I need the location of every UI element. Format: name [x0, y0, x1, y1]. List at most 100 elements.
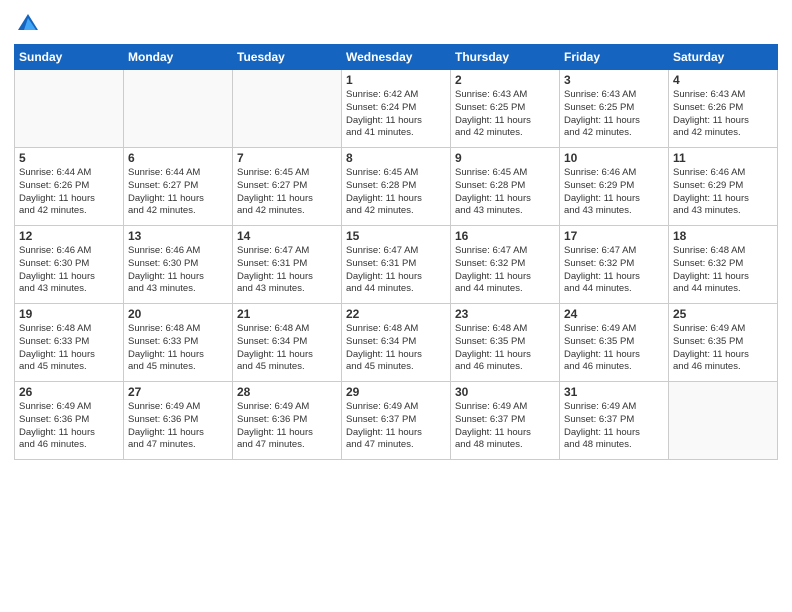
calendar-cell: 21 Sunrise: 6:48 AM Sunset: 6:34 PM Dayli…: [233, 304, 342, 382]
day-info: Sunrise: 6:46 AM Sunset: 6:30 PM Dayligh…: [128, 245, 228, 296]
day-number: 25: [673, 307, 773, 321]
calendar-cell: 22 Sunrise: 6:48 AM Sunset: 6:34 PM Dayli…: [342, 304, 451, 382]
weekday-header: Tuesday: [233, 45, 342, 70]
day-number: 26: [19, 385, 119, 399]
calendar-cell: 12Sunrise: 6:46 AM Sunset: 6:30 PM Dayli…: [15, 226, 124, 304]
day-info: Sunrise: 6:49 AM Sunset: 6:37 PM Dayligh…: [564, 401, 664, 452]
calendar-cell: 2 Sunrise: 6:43 AM Sunset: 6:25 PM Daylig…: [451, 70, 560, 148]
day-number: 15: [346, 229, 446, 243]
calendar-cell: 20Sunrise: 6:48 AM Sunset: 6:33 PM Dayli…: [124, 304, 233, 382]
day-info: Sunrise: 6:47 AM Sunset: 6:32 PM Dayligh…: [564, 245, 664, 296]
calendar-cell: 31 Sunrise: 6:49 AM Sunset: 6:37 PM Dayli…: [560, 382, 669, 460]
calendar-cell: [669, 382, 778, 460]
day-number: 27: [128, 385, 228, 399]
day-number: 9: [455, 151, 555, 165]
calendar-cell: 11Sunrise: 6:46 AM Sunset: 6:29 PM Dayli…: [669, 148, 778, 226]
day-info: Sunrise: 6:48 AM Sunset: 6:35 PM Dayligh…: [455, 323, 555, 374]
calendar-week-row: 12 Sunrise: 6:46 AM Sunset: 6:30 PM Dayli…: [15, 226, 778, 304]
day-number: 13: [128, 229, 228, 243]
day-number: 29: [346, 385, 446, 399]
page: SundayMondayTuesdayWednesdayThursdayFrid…: [0, 0, 792, 612]
day-number: 23: [455, 307, 555, 321]
calendar-cell: [233, 70, 342, 148]
day-info: Sunrise: 6:49 AM Sunset: 6:36 PM Dayligh…: [128, 401, 228, 452]
calendar-cell: 8Sunrise: 6:45 AM Sunset: 6:28 PM Daylig…: [342, 148, 451, 226]
calendar-cell: 24 Sunrise: 6:49 AM Sunset: 6:35 PM Dayli…: [560, 304, 669, 382]
day-number: 19: [19, 307, 119, 321]
day-info: Sunrise: 6:48 AM Sunset: 6:34 PM Dayligh…: [346, 323, 446, 374]
day-number: 21: [237, 307, 337, 321]
day-info: Sunrise: 6:44 AM Sunset: 6:27 PM Dayligh…: [128, 167, 228, 218]
day-info: Sunrise: 6:45 AM Sunset: 6:27 PM Dayligh…: [237, 167, 337, 218]
logo: [14, 10, 46, 38]
day-info: Sunrise: 6:48 AM Sunset: 6:34 PM Dayligh…: [237, 323, 337, 374]
day-number: 4: [673, 73, 773, 87]
weekday-header: Sunday: [15, 45, 124, 70]
day-info: Sunrise: 6:49 AM Sunset: 6:35 PM Dayligh…: [673, 323, 773, 374]
day-info: Sunrise: 6:44 AM Sunset: 6:26 PM Dayligh…: [19, 167, 119, 218]
day-number: 22: [346, 307, 446, 321]
calendar-header-row: SundayMondayTuesdayWednesdayThursdayFrid…: [15, 45, 778, 70]
day-number: 3: [564, 73, 664, 87]
day-number: 14: [237, 229, 337, 243]
day-info: Sunrise: 6:49 AM Sunset: 6:35 PM Dayligh…: [564, 323, 664, 374]
day-number: 17: [564, 229, 664, 243]
day-info: Sunrise: 6:46 AM Sunset: 6:29 PM Dayligh…: [673, 167, 773, 218]
calendar-cell: 25 Sunrise: 6:49 AM Sunset: 6:35 PM Dayli…: [669, 304, 778, 382]
day-number: 16: [455, 229, 555, 243]
calendar-cell: [124, 70, 233, 148]
weekday-header: Friday: [560, 45, 669, 70]
calendar-cell: 5 Sunrise: 6:44 AM Sunset: 6:26 PM Daylig…: [15, 148, 124, 226]
day-number: 2: [455, 73, 555, 87]
day-info: Sunrise: 6:47 AM Sunset: 6:32 PM Dayligh…: [455, 245, 555, 296]
day-number: 5: [19, 151, 119, 165]
calendar-cell: 6 Sunrise: 6:44 AM Sunset: 6:27 PM Daylig…: [124, 148, 233, 226]
calendar-cell: 29 Sunrise: 6:49 AM Sunset: 6:37 PM Dayli…: [342, 382, 451, 460]
day-info: Sunrise: 6:47 AM Sunset: 6:31 PM Dayligh…: [237, 245, 337, 296]
day-info: Sunrise: 6:49 AM Sunset: 6:37 PM Dayligh…: [455, 401, 555, 452]
day-number: 8: [346, 151, 446, 165]
day-number: 6: [128, 151, 228, 165]
weekday-header: Wednesday: [342, 45, 451, 70]
day-number: 12: [19, 229, 119, 243]
calendar-week-row: 19 Sunrise: 6:48 AM Sunset: 6:33 PM Dayli…: [15, 304, 778, 382]
logo-icon: [14, 10, 42, 38]
day-info: Sunrise: 6:46 AM Sunset: 6:29 PM Dayligh…: [564, 167, 664, 218]
calendar-cell: 30 Sunrise: 6:49 AM Sunset: 6:37 PM Dayli…: [451, 382, 560, 460]
calendar-cell: 15 Sunrise: 6:47 AM Sunset: 6:31 PM Dayli…: [342, 226, 451, 304]
day-info: Sunrise: 6:49 AM Sunset: 6:36 PM Dayligh…: [19, 401, 119, 452]
day-number: 30: [455, 385, 555, 399]
calendar-cell: 9 Sunrise: 6:45 AM Sunset: 6:28 PM Daylig…: [451, 148, 560, 226]
weekday-header: Monday: [124, 45, 233, 70]
calendar-cell: 23 Sunrise: 6:48 AM Sunset: 6:35 PM Dayli…: [451, 304, 560, 382]
day-info: Sunrise: 6:48 AM Sunset: 6:33 PM Dayligh…: [19, 323, 119, 374]
calendar-cell: 27 Sunrise: 6:49 AM Sunset: 6:36 PM Dayli…: [124, 382, 233, 460]
day-info: Sunrise: 6:43 AM Sunset: 6:25 PM Dayligh…: [455, 89, 555, 140]
calendar-cell: 1Sunrise: 6:42 AM Sunset: 6:24 PM Daylig…: [342, 70, 451, 148]
calendar: SundayMondayTuesdayWednesdayThursdayFrid…: [14, 44, 778, 460]
day-info: Sunrise: 6:49 AM Sunset: 6:36 PM Dayligh…: [237, 401, 337, 452]
calendar-cell: 26 Sunrise: 6:49 AM Sunset: 6:36 PM Dayli…: [15, 382, 124, 460]
day-info: Sunrise: 6:43 AM Sunset: 6:26 PM Dayligh…: [673, 89, 773, 140]
day-info: Sunrise: 6:47 AM Sunset: 6:31 PM Dayligh…: [346, 245, 446, 296]
calendar-week-row: 5 Sunrise: 6:44 AM Sunset: 6:26 PM Daylig…: [15, 148, 778, 226]
calendar-cell: 10 Sunrise: 6:46 AM Sunset: 6:29 PM Dayli…: [560, 148, 669, 226]
day-number: 20: [128, 307, 228, 321]
day-info: Sunrise: 6:45 AM Sunset: 6:28 PM Dayligh…: [455, 167, 555, 218]
calendar-cell: [15, 70, 124, 148]
header: [14, 10, 778, 38]
day-info: Sunrise: 6:49 AM Sunset: 6:37 PM Dayligh…: [346, 401, 446, 452]
calendar-cell: 14 Sunrise: 6:47 AM Sunset: 6:31 PM Dayli…: [233, 226, 342, 304]
calendar-cell: 18 Sunrise: 6:48 AM Sunset: 6:32 PM Dayli…: [669, 226, 778, 304]
day-info: Sunrise: 6:48 AM Sunset: 6:32 PM Dayligh…: [673, 245, 773, 296]
day-number: 1: [346, 73, 446, 87]
day-number: 24: [564, 307, 664, 321]
calendar-cell: 13 Sunrise: 6:46 AM Sunset: 6:30 PM Dayli…: [124, 226, 233, 304]
calendar-cell: 28Sunrise: 6:49 AM Sunset: 6:36 PM Dayli…: [233, 382, 342, 460]
day-number: 10: [564, 151, 664, 165]
day-number: 31: [564, 385, 664, 399]
calendar-cell: 7Sunrise: 6:45 AM Sunset: 6:27 PM Daylig…: [233, 148, 342, 226]
calendar-cell: 4 Sunrise: 6:43 AM Sunset: 6:26 PM Daylig…: [669, 70, 778, 148]
day-number: 18: [673, 229, 773, 243]
calendar-week-row: 26 Sunrise: 6:49 AM Sunset: 6:36 PM Dayli…: [15, 382, 778, 460]
